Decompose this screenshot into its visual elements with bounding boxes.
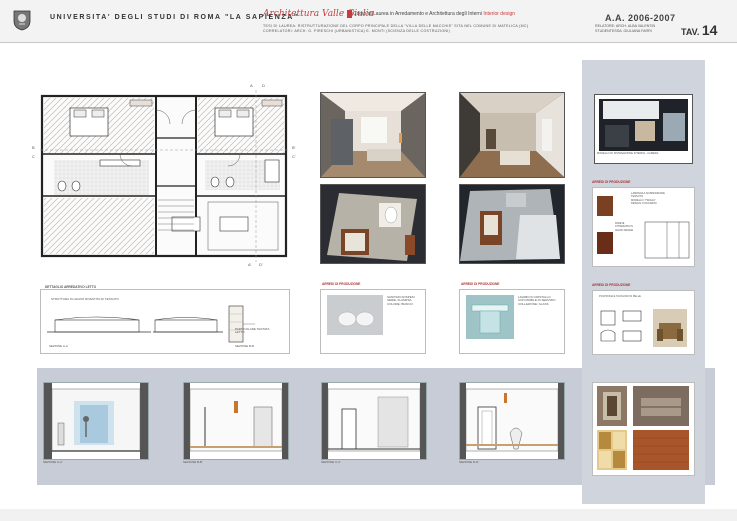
section-mark-d: D: [262, 83, 265, 88]
elevation-bb: [183, 382, 289, 460]
product-line: COLLEZIONE: GLASS: [518, 301, 549, 306]
tav-label: TAV.: [681, 27, 700, 37]
render-bathroom-corner: [459, 184, 565, 264]
studentessa: STUDENTESSA: GIULIANA FARRI: [595, 29, 652, 33]
bed-detail-note: STRUTTURA IN LEGNO RIVESTITA DI TESSUTO: [51, 297, 119, 301]
thesis-correlators: CORRELATORI: ARCH. G. PIRESCHI (URBANIST…: [263, 29, 451, 33]
course-logo-icon: [347, 10, 352, 18]
section-mark-d-prime: D': [259, 262, 263, 267]
product-panel-lavabo: LAVABO IN CRISTALLO CON MOBILE DI SERVIZ…: [459, 289, 565, 354]
product-title-1: ARREDI DI PRODUZIONE: [322, 282, 361, 286]
armchair-photo: [653, 309, 687, 347]
chair-table-drawing: [600, 310, 642, 342]
product-panel-sanitari: SANITARI SOSPESI SERIE: FLAMINIA COLORE:…: [320, 289, 426, 354]
product-photo-sanitari: [327, 295, 383, 335]
sidebar-block1-title: ARREDI DI PRODUZIONE: [592, 180, 631, 184]
university-seal-icon: [13, 9, 31, 31]
wardrobe-photo: [597, 196, 613, 216]
material-photo-1: [597, 386, 627, 426]
sidebar-block2-note: POLTRONA E TAVOLINO IN PELLE: [599, 295, 641, 298]
sidebar-materials: [592, 382, 695, 476]
material-photo-2: [633, 386, 689, 426]
product-line: COLORE: BIANCO: [387, 301, 413, 306]
thesis-info: TESI DI LAUREA: RISTRUTTURAZIONE DEL COR…: [263, 24, 573, 34]
academic-year: A.A. 2006-2007: [605, 13, 676, 23]
tav-number: 14: [701, 22, 718, 38]
bed-detail-title: DETTAGLIO ARREDATIVO LETTO: [45, 285, 97, 289]
wood-panel-photo: [597, 232, 613, 254]
product-line: DESIGN: FOSCARINI: [631, 202, 657, 206]
material-tile-sample: [597, 430, 627, 470]
product-lines-lavabo: LAVABO IN CRISTALLO CON MOBILE DI SERVIZ…: [518, 295, 562, 306]
section-mark-a-prime: A': [248, 262, 252, 267]
elevation-dd: [459, 382, 565, 460]
bottom-margin-strip: [0, 509, 737, 521]
section-caption-right: SEZIONE B-B: [235, 344, 255, 348]
elevation-cc: [321, 382, 427, 460]
product-lines-sanitari: SANITARI SOSPESI SERIE: FLAMINIA COLORE:…: [387, 295, 423, 306]
sidebar-block1-lines: LAMPADA A SOSPENSIONE TESSUTO MODELLO: T…: [631, 192, 671, 206]
product-photo-lavabo: [466, 295, 514, 339]
floor-plan: [40, 90, 288, 262]
sidebar-block1: LAMPADA A SOSPENSIONE TESSUTO MODELLO: T…: [592, 187, 695, 267]
wardrobe-elevation-drawing: [644, 221, 690, 259]
material-wood-sample: [633, 430, 689, 470]
bed-detail-panel: DETTAGLIO ARREDATIVO LETTO STRUTTURA IN …: [40, 285, 290, 354]
sidebar-block2: POLTRONA E TAVOLINO IN PELLE: [592, 290, 695, 355]
course-name-text: Corso di Laurea in Arredamento e Archite…: [353, 11, 482, 17]
elevation-caption-2: SEZIONE B-B': [183, 460, 203, 464]
elevation-caption-1: SEZIONE A-A': [43, 460, 63, 464]
credits: RELATORE: ARCH. ALBA VALENTIN STUDENTESS…: [595, 24, 655, 34]
section-mark-c: C: [32, 154, 35, 159]
elevation-caption-4: SEZIONE D-D': [459, 460, 479, 464]
sidebar-photo-caption: MODELLO DI SISTEMAZIONE INTERNA - CAMERA: [597, 152, 659, 155]
render-bathroom-top: [320, 184, 426, 264]
university-name: UNIVERSITA' DEGLI STUDI DI ROMA "LA SAPI…: [50, 14, 299, 21]
bed-detail-callout: PARTICOLARE TESTATA LETTO: [235, 327, 270, 335]
table-number: TAV. 14: [681, 22, 717, 38]
course-name-suffix: Interior design: [483, 11, 516, 17]
course-name: Corso di Laurea in Arredamento e Archite…: [353, 11, 515, 17]
elevation-caption-3: SEZIONE C-C': [321, 460, 341, 464]
section-mark-a: A: [250, 83, 253, 88]
section-mark-b: B: [32, 145, 35, 150]
elevation-aa: [43, 382, 149, 460]
section-mark-b-prime: B': [292, 145, 296, 150]
render-bedroom-wide: [320, 92, 426, 178]
section-mark-c-prime: C': [292, 154, 296, 159]
section-caption-left: SEZIONE A-A: [49, 344, 68, 348]
sidebar-block1-note: PARETE ATTREZZATA IN LEGNO WENGE: [615, 222, 634, 232]
render-bedroom-angle: [459, 92, 565, 178]
sidebar-block2-title: ARREDI DI PRODUZIONE: [592, 283, 631, 287]
product-title-2: ARREDI DI PRODUZIONE: [461, 282, 500, 286]
